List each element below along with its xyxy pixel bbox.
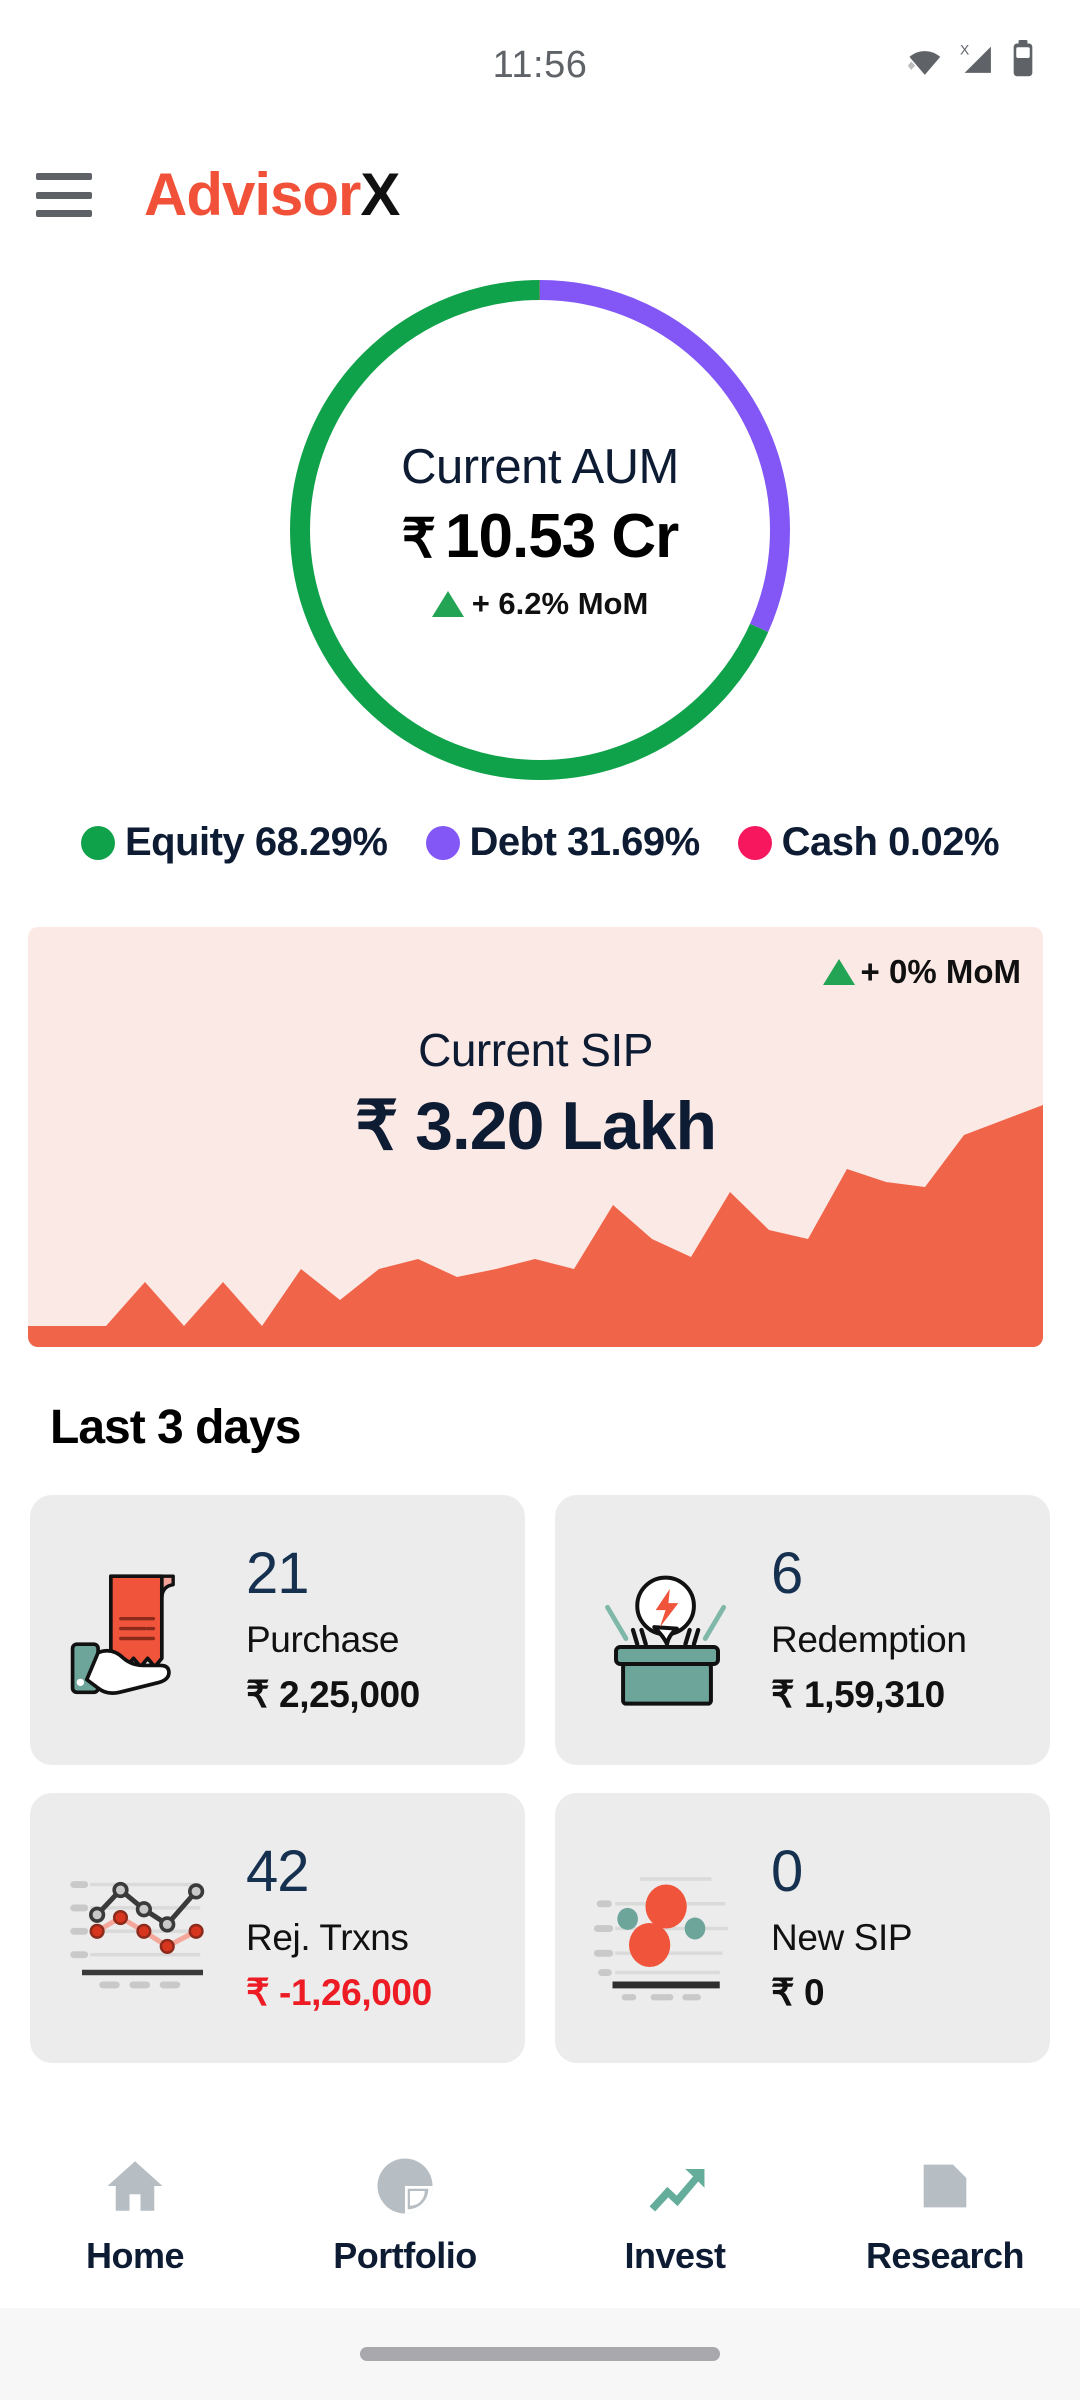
sip-delta-text: + 0% MoM (860, 953, 1021, 990)
sip-value: ₹ 3.20 Lakh (354, 1088, 717, 1164)
stat-card-redemption[interactable]: 6 Redemption ₹ 1,59,310 (555, 1495, 1050, 1765)
aum-label: Current AUM (401, 439, 679, 494)
aum-delta-text: + 6.2% MoM (471, 585, 649, 621)
rupee-symbol: ₹ (401, 508, 436, 569)
legend-item-cash[interactable]: Cash 0.02% (737, 820, 1000, 865)
aum-value-row: ₹ 10.53 Cr (401, 501, 680, 572)
stat-card-rejected-transactions[interactable]: 42 Rej. Trxns ₹ -1,26,000 (30, 1793, 525, 2063)
app-bar: AdvisorX (0, 140, 1080, 250)
stat-count-rejected-transactions: 42 (246, 1839, 310, 1905)
nav-label-research: Research (865, 2235, 1025, 2276)
triangle-up-icon (822, 959, 855, 985)
stat-label-rejected-transactions: Rej. Trxns (246, 1916, 409, 1958)
legend-dot-debt-icon (425, 825, 460, 860)
aum-center-content: Current AUM ₹ 10.53 Cr + 6.2% MoM (280, 270, 800, 790)
home-indicator[interactable] (360, 2347, 720, 2361)
system-gesture-bar (0, 2308, 1080, 2400)
aum-amount: 10.53 Cr (445, 501, 679, 571)
stat-amount-redemption: ₹ 1,59,310 (771, 1673, 945, 1715)
home-icon (98, 2149, 172, 2223)
stat-label-new-sip: New SIP (771, 1916, 913, 1958)
nav-label-portfolio: Portfolio (333, 2235, 477, 2276)
app-screen: 11:56 X AdvisorX Current AUM ₹ 10.53 Cr … (0, 0, 1080, 2400)
aum-donut-chart[interactable]: Current AUM ₹ 10.53 Cr + 6.2% MoM (280, 270, 800, 790)
legend-label-cash: Cash 0.02% (781, 820, 1000, 864)
stat-count-redemption: 6 (771, 1541, 803, 1607)
hamburger-bar-3 (36, 210, 92, 217)
triangle-up-icon (431, 590, 464, 617)
sip-title: Current SIP (418, 1024, 653, 1076)
svg-text:X: X (960, 41, 969, 57)
pie-chart-icon (368, 2149, 442, 2223)
stat-count-new-sip: 0 (771, 1839, 803, 1905)
hamburger-menu-icon[interactable] (36, 173, 92, 217)
app-logo: AdvisorX (144, 165, 400, 225)
stat-body-rejected-transactions: 42 Rej. Trxns ₹ -1,26,000 (246, 1839, 432, 2014)
nav-item-portfolio[interactable]: Portfolio (270, 2149, 540, 2277)
nav-item-research[interactable]: Research (810, 2149, 1080, 2277)
legend-dot-cash-icon (737, 825, 772, 860)
nav-item-home[interactable]: Home (0, 2149, 270, 2277)
bottom-navigation-bar: Home Portfolio Invest Research (0, 2118, 1080, 2308)
stat-body-purchase: 21 Purchase ₹ 2,25,000 (246, 1541, 420, 1716)
stat-body-redemption: 6 Redemption ₹ 1,59,310 (771, 1541, 967, 1716)
section-title-last-3-days: Last 3 days (50, 1401, 301, 1454)
wifi-icon (904, 41, 944, 77)
folder-icon (908, 2149, 982, 2223)
stat-label-purchase: Purchase (246, 1618, 400, 1660)
aum-donut-section: Current AUM ₹ 10.53 Cr + 6.2% MoM (0, 260, 1080, 800)
nav-label-invest: Invest (624, 2235, 726, 2276)
stat-card-grid: 21 Purchase ₹ 2,25,000 6 Redemption ₹ 1,… (30, 1495, 1050, 2063)
legend-item-equity[interactable]: Equity 68.29% (80, 820, 388, 865)
stat-count-purchase: 21 (246, 1541, 310, 1607)
line-chart-icon (52, 1838, 232, 2018)
allocation-legend: Equity 68.29% Debt 31.69% Cash 0.02% (0, 820, 1080, 865)
legend-item-debt[interactable]: Debt 31.69% (425, 820, 701, 865)
stat-body-new-sip: 0 New SIP ₹ 0 (771, 1839, 913, 2014)
trending-up-icon (638, 2149, 712, 2223)
current-sip-card[interactable]: + 0% MoM Current SIP ₹ 3.20 Lakh (28, 927, 1043, 1347)
stat-amount-purchase: ₹ 2,25,000 (246, 1673, 420, 1715)
signal-no-sim-icon: X (960, 41, 994, 77)
legend-label-debt: Debt 31.69% (469, 820, 701, 864)
stat-amount-new-sip: ₹ 0 (771, 1971, 825, 2013)
battery-icon (1010, 40, 1036, 78)
legend-label-equity: Equity 68.29% (124, 820, 388, 864)
stat-card-new-sip[interactable]: 0 New SIP ₹ 0 (555, 1793, 1050, 2063)
brand-primary: Advisor (144, 161, 361, 228)
aum-delta: + 6.2% MoM (431, 585, 649, 622)
brand-secondary: X (360, 161, 400, 228)
bubble-chart-icon (577, 1838, 757, 2018)
stat-label-redemption: Redemption (771, 1618, 967, 1660)
status-icons: X (904, 40, 1036, 78)
hamburger-bar-1 (36, 173, 92, 180)
status-bar: 11:56 X (0, 0, 1080, 110)
hamburger-bar-2 (36, 191, 92, 199)
box-open-bolt-icon (577, 1540, 757, 1720)
receipt-in-hand-icon (52, 1540, 232, 1720)
nav-label-home: Home (85, 2235, 185, 2276)
stat-card-purchase[interactable]: 21 Purchase ₹ 2,25,000 (30, 1495, 525, 1765)
sip-delta: + 0% MoM (822, 953, 1021, 991)
legend-dot-equity-icon (80, 825, 115, 860)
nav-item-invest[interactable]: Invest (540, 2149, 810, 2277)
stat-amount-rejected-transactions: ₹ -1,26,000 (246, 1971, 432, 2013)
